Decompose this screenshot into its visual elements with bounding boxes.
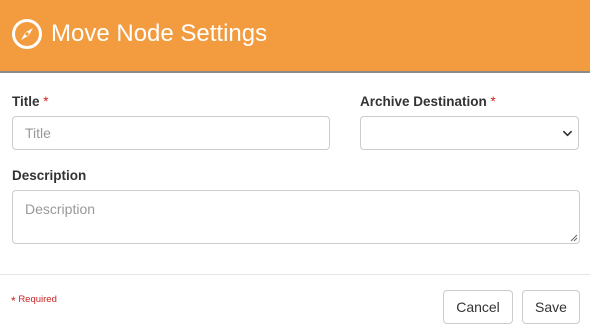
move-node-settings-dialog: Move Node Settings Title * Archive Desti… <box>0 0 590 334</box>
archive-destination-label-text: Archive Destination <box>360 94 487 109</box>
required-note: * Required <box>11 294 57 308</box>
cancel-button[interactable]: Cancel <box>443 290 513 324</box>
description-label-text: Description <box>12 168 87 183</box>
save-button[interactable]: Save <box>522 290 580 324</box>
archive-destination-select[interactable] <box>360 116 579 150</box>
title-label-text: Title <box>12 94 40 109</box>
chevron-down-icon <box>563 130 572 137</box>
compass-icon <box>12 19 42 49</box>
required-note-star: * <box>11 294 16 308</box>
description-textarea[interactable] <box>12 190 580 244</box>
dialog-title: Move Node Settings <box>51 20 268 47</box>
title-label: Title * <box>12 94 49 110</box>
title-required-marker: * <box>43 94 49 109</box>
resize-grip-icon[interactable] <box>570 234 578 242</box>
required-note-text: Required <box>18 294 57 305</box>
archive-destination-label: Archive Destination * <box>360 94 496 110</box>
dialog-header: Move Node Settings <box>0 0 590 73</box>
title-input[interactable] <box>12 116 330 150</box>
archive-destination-required-marker: * <box>490 94 496 109</box>
description-label: Description <box>12 168 86 184</box>
footer-divider <box>0 274 590 275</box>
